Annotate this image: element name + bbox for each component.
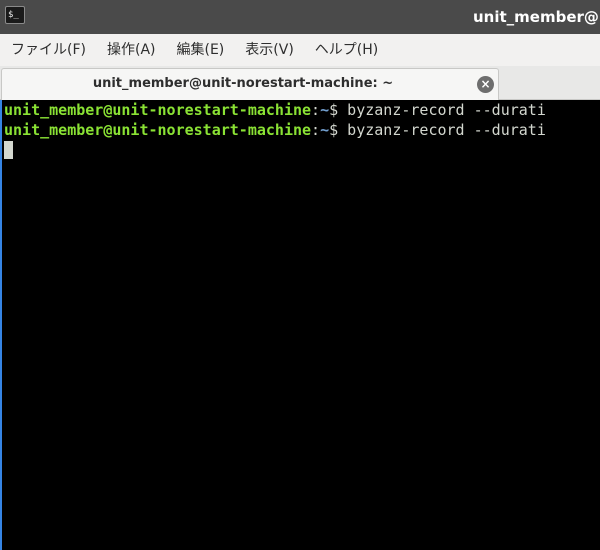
terminal-line: unit_member@unit-norestart-machine:~$ by… xyxy=(4,100,546,120)
menu-help[interactable]: ヘルプ(H) xyxy=(307,34,386,66)
prompt-dollar: $ xyxy=(329,101,348,119)
menu-file[interactable]: ファイル(F) xyxy=(3,34,94,66)
tab-label: unit_member@unit-norestart-machine: ~ xyxy=(92,76,394,91)
menu-view[interactable]: 表示(V) xyxy=(237,34,302,66)
close-icon[interactable]: × xyxy=(477,76,494,93)
prompt-dollar: $ xyxy=(329,121,348,139)
window-title: unit_member@u xyxy=(473,8,600,26)
terminal-app-icon[interactable]: $_ xyxy=(5,6,25,24)
tab-terminal[interactable]: unit_member@unit-norestart-machine: ~ × xyxy=(1,68,499,100)
terminal-line: unit_member@unit-norestart-machine:~$ by… xyxy=(4,120,546,140)
prompt-path: ~ xyxy=(320,101,330,119)
terminal-app-icon-glyph: $_ xyxy=(8,10,19,20)
prompt-user-host: unit_member@unit-norestart-machine xyxy=(4,101,312,119)
terminal-output[interactable]: unit_member@unit-norestart-machine:~$ by… xyxy=(0,100,600,550)
window-titlebar[interactable]: $_ unit_member@u xyxy=(0,0,600,34)
prompt-colon: : xyxy=(311,121,321,139)
text-cursor xyxy=(4,141,13,159)
menubar: ファイル(F) 操作(A) 編集(E) 表示(V) ヘルプ(H) xyxy=(0,34,600,66)
tab-bar: unit_member@unit-norestart-machine: ~ × xyxy=(0,66,600,100)
prompt-user-host: unit_member@unit-norestart-machine xyxy=(4,121,312,139)
prompt-colon: : xyxy=(311,101,321,119)
command-text: byzanz-record --durati xyxy=(347,101,546,119)
menu-actions[interactable]: 操作(A) xyxy=(99,34,164,66)
menu-edit[interactable]: 編集(E) xyxy=(169,34,233,66)
command-text: byzanz-record --durati xyxy=(347,121,546,139)
prompt-path: ~ xyxy=(320,121,330,139)
